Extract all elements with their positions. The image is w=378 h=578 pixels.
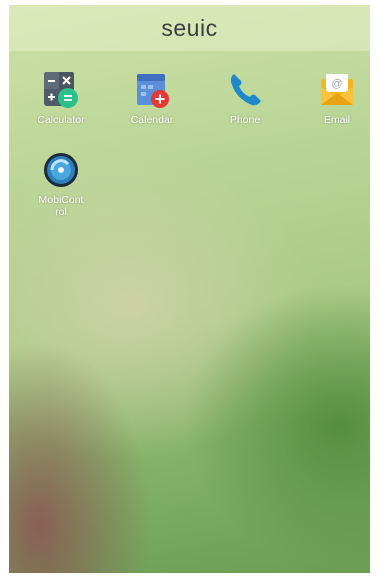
app-label: Phone: [229, 114, 261, 126]
launcher-title: seuic: [161, 14, 218, 41]
app-calculator[interactable]: Calculator: [20, 71, 102, 126]
app-label-line2: rol: [55, 206, 67, 218]
phone-icon: [226, 71, 264, 109]
calendar-icon: [133, 71, 171, 109]
app-email[interactable]: @ Email: [296, 71, 370, 126]
launcher-header: seuic: [9, 5, 370, 51]
app-mobicontrol[interactable]: MobiCont rol: [20, 151, 102, 218]
email-icon: @: [318, 71, 356, 109]
launcher-screen: seuic Calculator Calendar Phone @ Email …: [9, 5, 370, 573]
app-label-line1: MobiCont: [38, 194, 84, 206]
app-label: Calendar: [130, 114, 174, 126]
mobicontrol-icon: [42, 151, 80, 189]
svg-text:@: @: [331, 78, 342, 90]
app-label: Email: [323, 114, 351, 126]
calculator-icon: [42, 71, 80, 109]
app-label: Calculator: [37, 114, 85, 126]
app-calendar[interactable]: Calendar: [111, 71, 193, 126]
app-label: MobiCont rol: [20, 194, 102, 218]
app-phone[interactable]: Phone: [204, 71, 286, 126]
